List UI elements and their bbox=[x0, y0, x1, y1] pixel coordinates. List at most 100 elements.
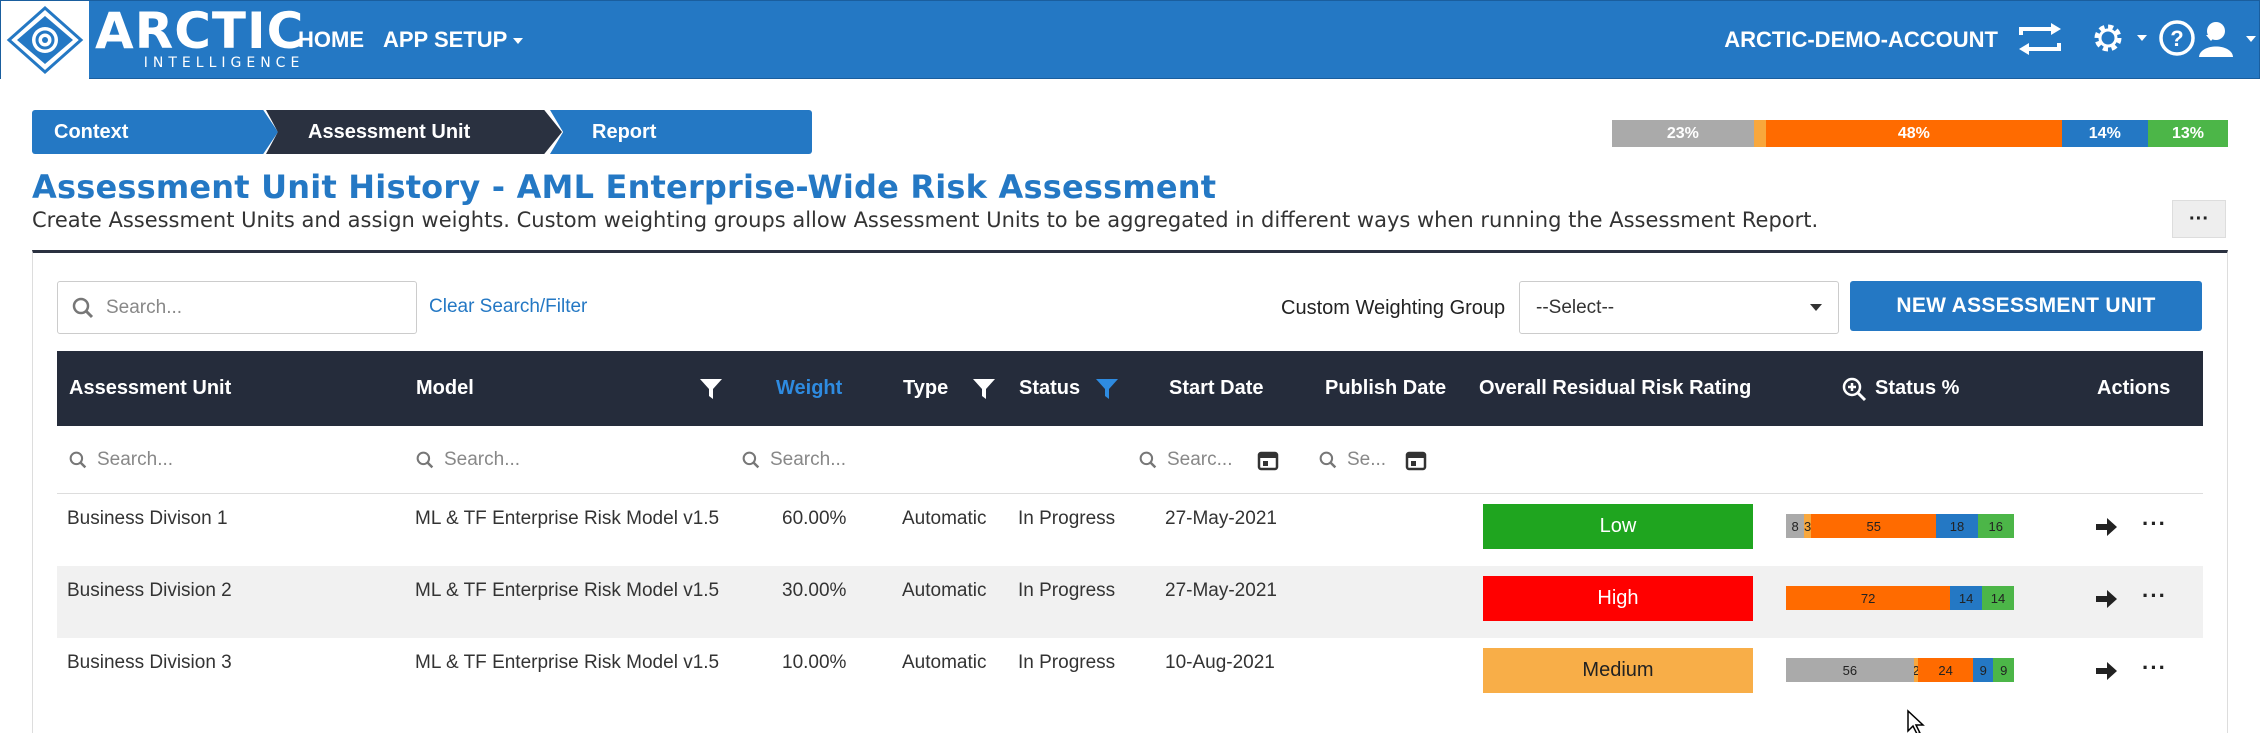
status-percent-bar[interactable]: 72 14 14 bbox=[1786, 586, 2014, 610]
row-more-actions-button[interactable]: ··· bbox=[2142, 583, 2167, 609]
col-header-weight[interactable]: Weight bbox=[776, 351, 842, 426]
cell-weight: 10.00% bbox=[782, 652, 847, 673]
overall-progress-bar: 23% 48% 14% 13% bbox=[1612, 120, 2228, 147]
nav-app-setup[interactable]: APP SETUP bbox=[383, 27, 524, 53]
start-date-search-input[interactable] bbox=[1167, 449, 1247, 471]
chevron-down-icon bbox=[2246, 36, 2256, 42]
cell-weight: 30.00% bbox=[782, 580, 847, 601]
status-percent-bar[interactable]: 56 2 24 9 9 bbox=[1786, 658, 2014, 682]
switch-account-icon[interactable] bbox=[2017, 21, 2063, 57]
user-icon bbox=[2199, 22, 2233, 57]
col-header-assessment-unit[interactable]: Assessment Unit bbox=[69, 351, 231, 426]
user-menu[interactable] bbox=[2196, 19, 2256, 59]
overall-progress-segment bbox=[1753, 120, 1766, 147]
zoom-in-icon[interactable] bbox=[1841, 351, 1867, 426]
cell-assessment-unit: Business Division 3 bbox=[67, 652, 232, 673]
search-icon bbox=[72, 297, 94, 318]
account-name[interactable]: ARCTIC-DEMO-ACCOUNT bbox=[1724, 27, 1998, 53]
overall-progress-segment: 23% bbox=[1612, 120, 1754, 147]
clear-search-filter-link[interactable]: Clear Search/Filter bbox=[429, 296, 587, 318]
model-column-search[interactable] bbox=[416, 442, 724, 478]
nav-app-setup-label: APP SETUP bbox=[383, 27, 508, 52]
page-description: Create Assessment Units and assign weigh… bbox=[32, 208, 1819, 232]
status-percent-segment: 14 bbox=[1950, 586, 1983, 610]
cell-model: ML & TF Enterprise Risk Model v1.5 bbox=[415, 580, 720, 601]
weight-column-search[interactable] bbox=[742, 442, 1070, 478]
settings-menu[interactable] bbox=[2089, 19, 2147, 57]
status-percent-segment: 16 bbox=[1977, 514, 2015, 538]
column-search-row bbox=[57, 426, 2203, 494]
risk-rating-badge: Low bbox=[1483, 504, 1753, 549]
wizard-step-assessment-unit[interactable]: Assessment Unit bbox=[266, 110, 562, 154]
col-header-status-pct[interactable]: Status % bbox=[1875, 351, 1959, 426]
status-percent-segment: 55 bbox=[1811, 514, 1937, 538]
table-row[interactable]: Business Division 2 ML & TF Enterprise Ri… bbox=[57, 566, 2203, 638]
overall-progress-segment: 48% bbox=[1766, 120, 2062, 147]
open-arrow-icon[interactable] bbox=[2094, 588, 2118, 610]
unit-column-search-input[interactable] bbox=[97, 449, 397, 471]
cell-model: ML & TF Enterprise Risk Model v1.5 bbox=[415, 508, 720, 529]
search-icon bbox=[69, 451, 87, 469]
arctic-logo-icon[interactable] bbox=[1, 1, 89, 79]
col-header-status[interactable]: Status bbox=[1019, 351, 1080, 426]
cell-weight: 60.00% bbox=[782, 508, 847, 529]
custom-weighting-group-select[interactable]: --Select-- bbox=[1519, 281, 1839, 334]
wizard-step-report[interactable]: Report bbox=[550, 110, 812, 154]
cell-start-date: 10-Aug-2021 bbox=[1165, 652, 1275, 673]
help-icon: ? bbox=[2159, 20, 2195, 56]
open-arrow-icon[interactable] bbox=[2094, 660, 2118, 682]
col-header-model[interactable]: Model bbox=[416, 351, 474, 426]
publish-date-search-input[interactable] bbox=[1347, 449, 1395, 471]
status-filter-icon[interactable] bbox=[1095, 351, 1119, 426]
search-icon bbox=[1139, 451, 1157, 469]
table-row[interactable]: Business Division 3 ML & TF Enterprise Ri… bbox=[57, 638, 2203, 710]
wizard-step-context[interactable]: Context bbox=[32, 110, 278, 154]
cell-status: In Progress bbox=[1018, 508, 1116, 529]
cell-start-date: 27-May-2021 bbox=[1165, 508, 1277, 529]
col-header-publish-date[interactable]: Publish Date bbox=[1325, 351, 1446, 426]
cell-start-date: 27-May-2021 bbox=[1165, 580, 1277, 601]
model-filter-icon[interactable] bbox=[699, 351, 723, 426]
status-percent-segment: 18 bbox=[1936, 514, 1978, 538]
calendar-icon bbox=[1405, 451, 1427, 471]
table-header: Assessment Unit Model Weight Type Status… bbox=[57, 351, 2203, 426]
status-percent-segment: 56 bbox=[1786, 658, 1914, 682]
custom-weighting-group-value: --Select-- bbox=[1536, 296, 1615, 318]
risk-rating-badge: Medium bbox=[1483, 648, 1753, 693]
risk-rating-badge: High bbox=[1483, 576, 1753, 621]
chevron-down-icon bbox=[513, 38, 524, 45]
cell-status: In Progress bbox=[1018, 580, 1116, 601]
chevron-down-icon bbox=[1810, 304, 1822, 311]
search-icon bbox=[742, 451, 760, 469]
col-header-overall-rating[interactable]: Overall Residual Risk Rating bbox=[1479, 351, 1751, 426]
new-assessment-unit-button[interactable]: NEW ASSESSMENT UNIT bbox=[1850, 281, 2202, 331]
col-header-start-date[interactable]: Start Date bbox=[1169, 351, 1263, 426]
search-icon bbox=[416, 451, 434, 469]
status-percent-segment: 9 bbox=[1993, 658, 2014, 682]
row-more-actions-button[interactable]: ··· bbox=[2142, 655, 2167, 681]
search-icon bbox=[1319, 451, 1337, 469]
weight-column-search-input[interactable] bbox=[770, 449, 1070, 471]
more-options-button[interactable]: ··· bbox=[2172, 200, 2226, 238]
status-percent-bar[interactable]: 8 3 55 18 16 bbox=[1786, 514, 2015, 538]
brand-wordmark[interactable]: ARCTIC INTELLIGENCE bbox=[95, 5, 304, 71]
model-column-search-input[interactable] bbox=[444, 449, 724, 471]
unit-column-search[interactable] bbox=[69, 442, 397, 478]
global-search-input[interactable] bbox=[106, 296, 366, 319]
cell-type: Automatic bbox=[902, 580, 987, 601]
row-more-actions-button[interactable]: ··· bbox=[2142, 511, 2167, 537]
start-date-column-search[interactable] bbox=[1139, 442, 1279, 478]
col-header-type[interactable]: Type bbox=[903, 351, 948, 426]
status-percent-segment: 72 bbox=[1786, 586, 1951, 610]
svg-text:?: ? bbox=[2170, 26, 2183, 51]
status-percent-segment: 8 bbox=[1786, 514, 1805, 538]
nav-home[interactable]: HOME bbox=[298, 27, 364, 53]
publish-date-column-search[interactable] bbox=[1319, 442, 1427, 478]
type-filter-icon[interactable] bbox=[972, 351, 996, 426]
open-arrow-icon[interactable] bbox=[2094, 516, 2118, 538]
table-row[interactable]: Business Divison 1 ML & TF Enterprise Ris… bbox=[57, 494, 2203, 566]
top-navbar: ARCTIC INTELLIGENCE HOME APP SETUP ARCTI… bbox=[0, 0, 2260, 79]
global-search[interactable] bbox=[57, 281, 417, 334]
cell-model: ML & TF Enterprise Risk Model v1.5 bbox=[415, 652, 720, 673]
col-header-actions: Actions bbox=[2097, 377, 2171, 399]
